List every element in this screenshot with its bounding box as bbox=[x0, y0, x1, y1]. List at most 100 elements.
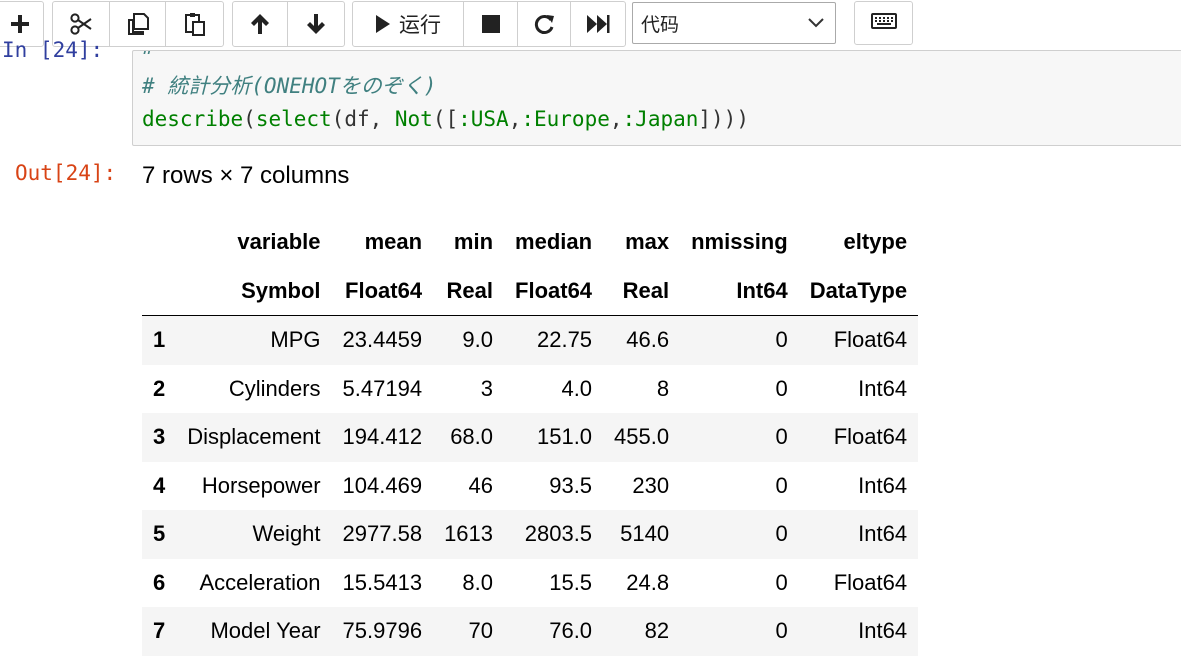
move-up-button[interactable] bbox=[233, 2, 288, 46]
code-token: select bbox=[255, 107, 332, 131]
code-line-2: # 統計分析(ONEHOTをのぞく) bbox=[142, 74, 437, 98]
table-cell: Acceleration bbox=[199, 569, 321, 595]
run-group: 运行 bbox=[352, 1, 626, 47]
column-header: median bbox=[515, 229, 593, 255]
table-cell: 151.0 bbox=[536, 424, 593, 450]
cell-type-select[interactable]: 代码 bbox=[632, 2, 836, 44]
column-header: nmissing bbox=[691, 229, 788, 255]
command-palette-button[interactable] bbox=[854, 1, 913, 45]
table-cell: 15.5 bbox=[549, 569, 593, 595]
column-header: mean bbox=[364, 229, 423, 255]
code-editor[interactable]: # # 統計分析(ONEHOTをのぞく) describe(select(df,… bbox=[132, 50, 1181, 146]
table-row: 2 Cylinders 5.47194 3 4.0 8 0 Int64 bbox=[142, 365, 918, 414]
stop-icon bbox=[481, 14, 501, 34]
table-cell: 23.4459 bbox=[342, 327, 423, 353]
table-cell: Int64 bbox=[858, 472, 908, 498]
table-cell: Int64 bbox=[858, 375, 908, 401]
table-cell: Cylinders bbox=[228, 375, 321, 401]
run-label: 运行 bbox=[399, 13, 441, 37]
column-header: eltype bbox=[843, 229, 908, 255]
code-token: ]))) bbox=[698, 107, 749, 131]
row-index: 5 bbox=[153, 521, 166, 547]
table-cell: 15.5413 bbox=[342, 569, 423, 595]
table-cell: 5140 bbox=[620, 521, 670, 547]
column-type: Symbol bbox=[176, 266, 332, 316]
table-row: 3 Displacement 194.412 68.0 151.0 455.0 0 Float… bbox=[142, 413, 919, 462]
table-cell: 70 bbox=[468, 618, 494, 644]
table-cell: 2803.5 bbox=[524, 521, 593, 547]
table-cell: Int64 bbox=[858, 521, 908, 547]
table-cell: 0 bbox=[775, 569, 788, 595]
table-cell: 8.0 bbox=[462, 569, 494, 595]
table-cell: MPG bbox=[270, 327, 321, 353]
table-cell: 75.9796 bbox=[342, 618, 423, 644]
code-token: ([ bbox=[432, 107, 459, 131]
column-type: Real bbox=[603, 266, 681, 316]
fast-forward-icon bbox=[586, 14, 610, 34]
column-header: min bbox=[453, 229, 494, 255]
table-type-row: Symbol Float64 Real Float64 Real Int64 D… bbox=[142, 266, 919, 316]
output-caption: 7 rows × 7 columns bbox=[142, 162, 350, 189]
table-cell: 2977.58 bbox=[342, 521, 423, 547]
refresh-icon bbox=[533, 13, 555, 35]
input-prompt: In [24]: bbox=[0, 38, 138, 64]
run-button[interactable]: 运行 bbox=[353, 2, 464, 46]
table-cell: Horsepower bbox=[201, 472, 321, 498]
column-type: Float64 bbox=[504, 266, 604, 316]
table-cell: 24.8 bbox=[626, 569, 670, 595]
table-cell: 8 bbox=[656, 375, 670, 401]
row-index: 4 bbox=[153, 472, 166, 498]
copy-icon bbox=[126, 12, 150, 36]
table-cell: Int64 bbox=[858, 618, 908, 644]
table-cell: Model Year bbox=[210, 618, 321, 644]
row-index: 2 bbox=[153, 375, 166, 401]
table-cell: 0 bbox=[775, 618, 788, 644]
play-icon bbox=[375, 14, 391, 34]
column-type: DataType bbox=[798, 266, 919, 316]
table-body: 1 MPG 23.4459 9.0 22.75 46.6 0 Float64 2 Cylinder… bbox=[142, 315, 919, 656]
interrupt-button[interactable] bbox=[464, 2, 518, 46]
table-row: 5 Weight 2977.58 1613 2803.5 5140 0 Int64 bbox=[142, 510, 919, 559]
arrow-down-icon bbox=[306, 13, 326, 35]
column-type: Float64 bbox=[331, 266, 434, 316]
table-cell: 3 bbox=[480, 375, 494, 401]
column-type: Real bbox=[433, 266, 505, 316]
paste-cells-button[interactable] bbox=[166, 2, 223, 46]
plus-icon bbox=[10, 14, 30, 34]
table-cell: Float64 bbox=[833, 569, 908, 595]
column-type: Int64 bbox=[680, 266, 799, 316]
table-cell: Float64 bbox=[833, 424, 908, 450]
table-cell: 194.412 bbox=[342, 424, 423, 450]
code-token: (df, bbox=[331, 107, 395, 131]
table-row: 6 Acceleration 15.5413 8.0 15.5 24.8 0 Float64 bbox=[142, 559, 918, 608]
code-token: ( bbox=[243, 107, 256, 131]
chevron-down-icon bbox=[807, 15, 825, 36]
table-cell: 1613 bbox=[444, 521, 494, 547]
code-line-1: # bbox=[142, 51, 155, 62]
dataframe-table: variable mean min median max nmissing el… bbox=[142, 218, 919, 656]
index-header bbox=[142, 266, 177, 316]
table-header-row: variable mean min median max nmissing el… bbox=[142, 218, 918, 267]
cell-type-value: 代码 bbox=[641, 13, 680, 36]
table-row: 7 Model Year 75.9796 70 76.0 82 0 Int64 bbox=[142, 607, 919, 656]
column-header: variable bbox=[237, 229, 321, 255]
table-cell: 46 bbox=[468, 472, 494, 498]
table-cell: 230 bbox=[632, 472, 670, 498]
table-cell: Float64 bbox=[833, 327, 908, 353]
index-header bbox=[142, 218, 176, 267]
table-cell: 93.5 bbox=[549, 472, 593, 498]
code-line-3: describe(select(df, Not([:USA,:Europe,:J… bbox=[142, 104, 749, 134]
scissors-icon bbox=[69, 13, 93, 35]
table-cell: 104.469 bbox=[342, 472, 423, 498]
row-index: 3 bbox=[153, 424, 166, 450]
table-cell: 4.0 bbox=[561, 375, 593, 401]
input-prompt-label: In [24]: bbox=[2, 38, 104, 62]
table-cell: 455.0 bbox=[614, 424, 670, 450]
move-down-button[interactable] bbox=[288, 2, 344, 46]
restart-button[interactable] bbox=[518, 2, 571, 46]
table-row: 4 Horsepower 104.469 46 93.5 230 0 Int64 bbox=[142, 462, 918, 511]
restart-run-all-button[interactable] bbox=[571, 2, 625, 46]
row-index: 7 bbox=[153, 618, 166, 644]
table-cell: 68.0 bbox=[450, 424, 494, 450]
arrow-up-icon bbox=[250, 13, 270, 35]
